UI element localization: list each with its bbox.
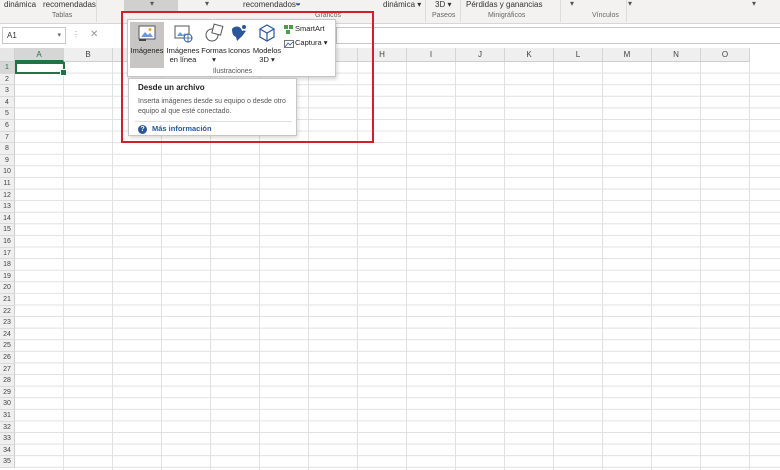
row-header-20[interactable]: 20 (0, 282, 15, 294)
row-header-18[interactable]: 18 (0, 259, 15, 271)
column-header-m[interactable]: M (603, 48, 652, 62)
ribbon-separator (626, 0, 627, 22)
group-label-minigraficos: Minigráficos (488, 12, 526, 19)
row-header-1[interactable]: 1 (0, 62, 15, 74)
ribbon: dinámica recomendadas ▾ ▾ recomendados ◒… (0, 0, 780, 24)
ribbon-separator (425, 0, 426, 22)
row-header-7[interactable]: 7 (0, 131, 15, 144)
ribbon-item-winloss[interactable]: Pérdidas y ganancias (466, 0, 543, 9)
row-header-25[interactable]: 25 (0, 340, 15, 352)
cancel-icon[interactable]: ✕ (90, 29, 98, 40)
ribbon-item-pivot-table[interactable]: dinámica (4, 0, 36, 9)
column-header-a[interactable]: A (15, 48, 64, 62)
select-all-corner[interactable] (0, 48, 15, 62)
ribbon-item-3d-map[interactable]: 3D ▾ (435, 0, 451, 9)
excel-window: dinámica recomendadas ▾ ▾ recomendados ◒… (0, 0, 780, 470)
column-header-i[interactable]: I (407, 48, 456, 62)
column-header-l[interactable]: L (554, 48, 603, 62)
row-header-13[interactable]: 13 (0, 201, 15, 213)
row-header-8[interactable]: 8 (0, 143, 15, 155)
chevron-down-icon[interactable]: ▾ (752, 0, 756, 8)
row-header-27[interactable]: 27 (0, 363, 15, 376)
chevron-down-icon[interactable]: ▾ (150, 0, 154, 8)
row-header-21[interactable]: 21 (0, 294, 15, 306)
row-header-22[interactable]: 22 (0, 305, 15, 318)
column-header-b[interactable]: B (64, 48, 113, 62)
ribbon-item-recommended-pivots[interactable]: recomendadas (43, 0, 96, 9)
row-header-5[interactable]: 5 (0, 108, 15, 120)
row-header-11[interactable]: 11 (0, 178, 15, 190)
row-header-23[interactable]: 23 (0, 317, 15, 329)
more-options-icon[interactable]: ⋮ (72, 30, 80, 39)
row-header-10[interactable]: 10 (0, 166, 15, 178)
row-header-30[interactable]: 30 (0, 398, 15, 410)
row-header-31[interactable]: 31 (0, 410, 15, 422)
row-header-6[interactable]: 6 (0, 120, 15, 132)
chevron-down-icon[interactable]: ▾ (628, 0, 632, 8)
column-header-j[interactable]: J (456, 48, 505, 62)
chevron-down-icon[interactable]: ▾ (570, 0, 574, 8)
row-header-4[interactable]: 4 (0, 96, 15, 109)
row-header-12[interactable]: 12 (0, 189, 15, 202)
name-box-value: A1 (7, 31, 17, 40)
column-header-n[interactable]: N (652, 48, 701, 62)
chevron-down-icon[interactable]: ▾ (205, 0, 209, 8)
ribbon-item-recommended-charts[interactable]: recomendados (243, 0, 296, 9)
row-header-26[interactable]: 26 (0, 352, 15, 364)
row-header-24[interactable]: 24 (0, 328, 15, 341)
chevron-down-icon[interactable]: ▾ (57, 31, 61, 39)
column-header-k[interactable]: K (505, 48, 554, 62)
chart-icon[interactable]: ◒ (295, 0, 301, 9)
row-header-14[interactable]: 14 (0, 212, 15, 225)
row-header-15[interactable]: 15 (0, 224, 15, 236)
row-header-3[interactable]: 3 (0, 85, 15, 97)
red-highlight-box (121, 11, 374, 143)
formula-input[interactable] (336, 27, 780, 44)
row-header-19[interactable]: 19 (0, 270, 15, 283)
ribbon-item-pivot-chart[interactable]: dinámica ▾ (383, 0, 421, 9)
row-header-17[interactable]: 17 (0, 247, 15, 260)
ribbon-separator (460, 0, 461, 22)
row-header-9[interactable]: 9 (0, 154, 15, 167)
row-header-32[interactable]: 32 (0, 421, 15, 434)
column-header-o[interactable]: O (701, 48, 750, 62)
row-header-16[interactable]: 16 (0, 236, 15, 248)
ribbon-separator (560, 0, 561, 22)
row-header-29[interactable]: 29 (0, 386, 15, 399)
row-header-28[interactable]: 28 (0, 375, 15, 387)
ribbon-separator (96, 0, 97, 22)
name-box[interactable]: A1 ▾ (2, 27, 66, 44)
group-label-paseos: Paseos (432, 12, 456, 19)
active-cell-a1[interactable] (15, 62, 67, 76)
formula-bar: A1 ▾ ⋮ ✕ (0, 27, 780, 46)
row-header-35[interactable]: 35 (0, 456, 15, 468)
group-label-tablas: Tablas (52, 12, 73, 19)
row-header-2[interactable]: 2 (0, 73, 15, 86)
row-header-33[interactable]: 33 (0, 433, 15, 445)
row-header-34[interactable]: 34 (0, 444, 15, 457)
group-label-vinculos: Vínculos (592, 12, 619, 19)
